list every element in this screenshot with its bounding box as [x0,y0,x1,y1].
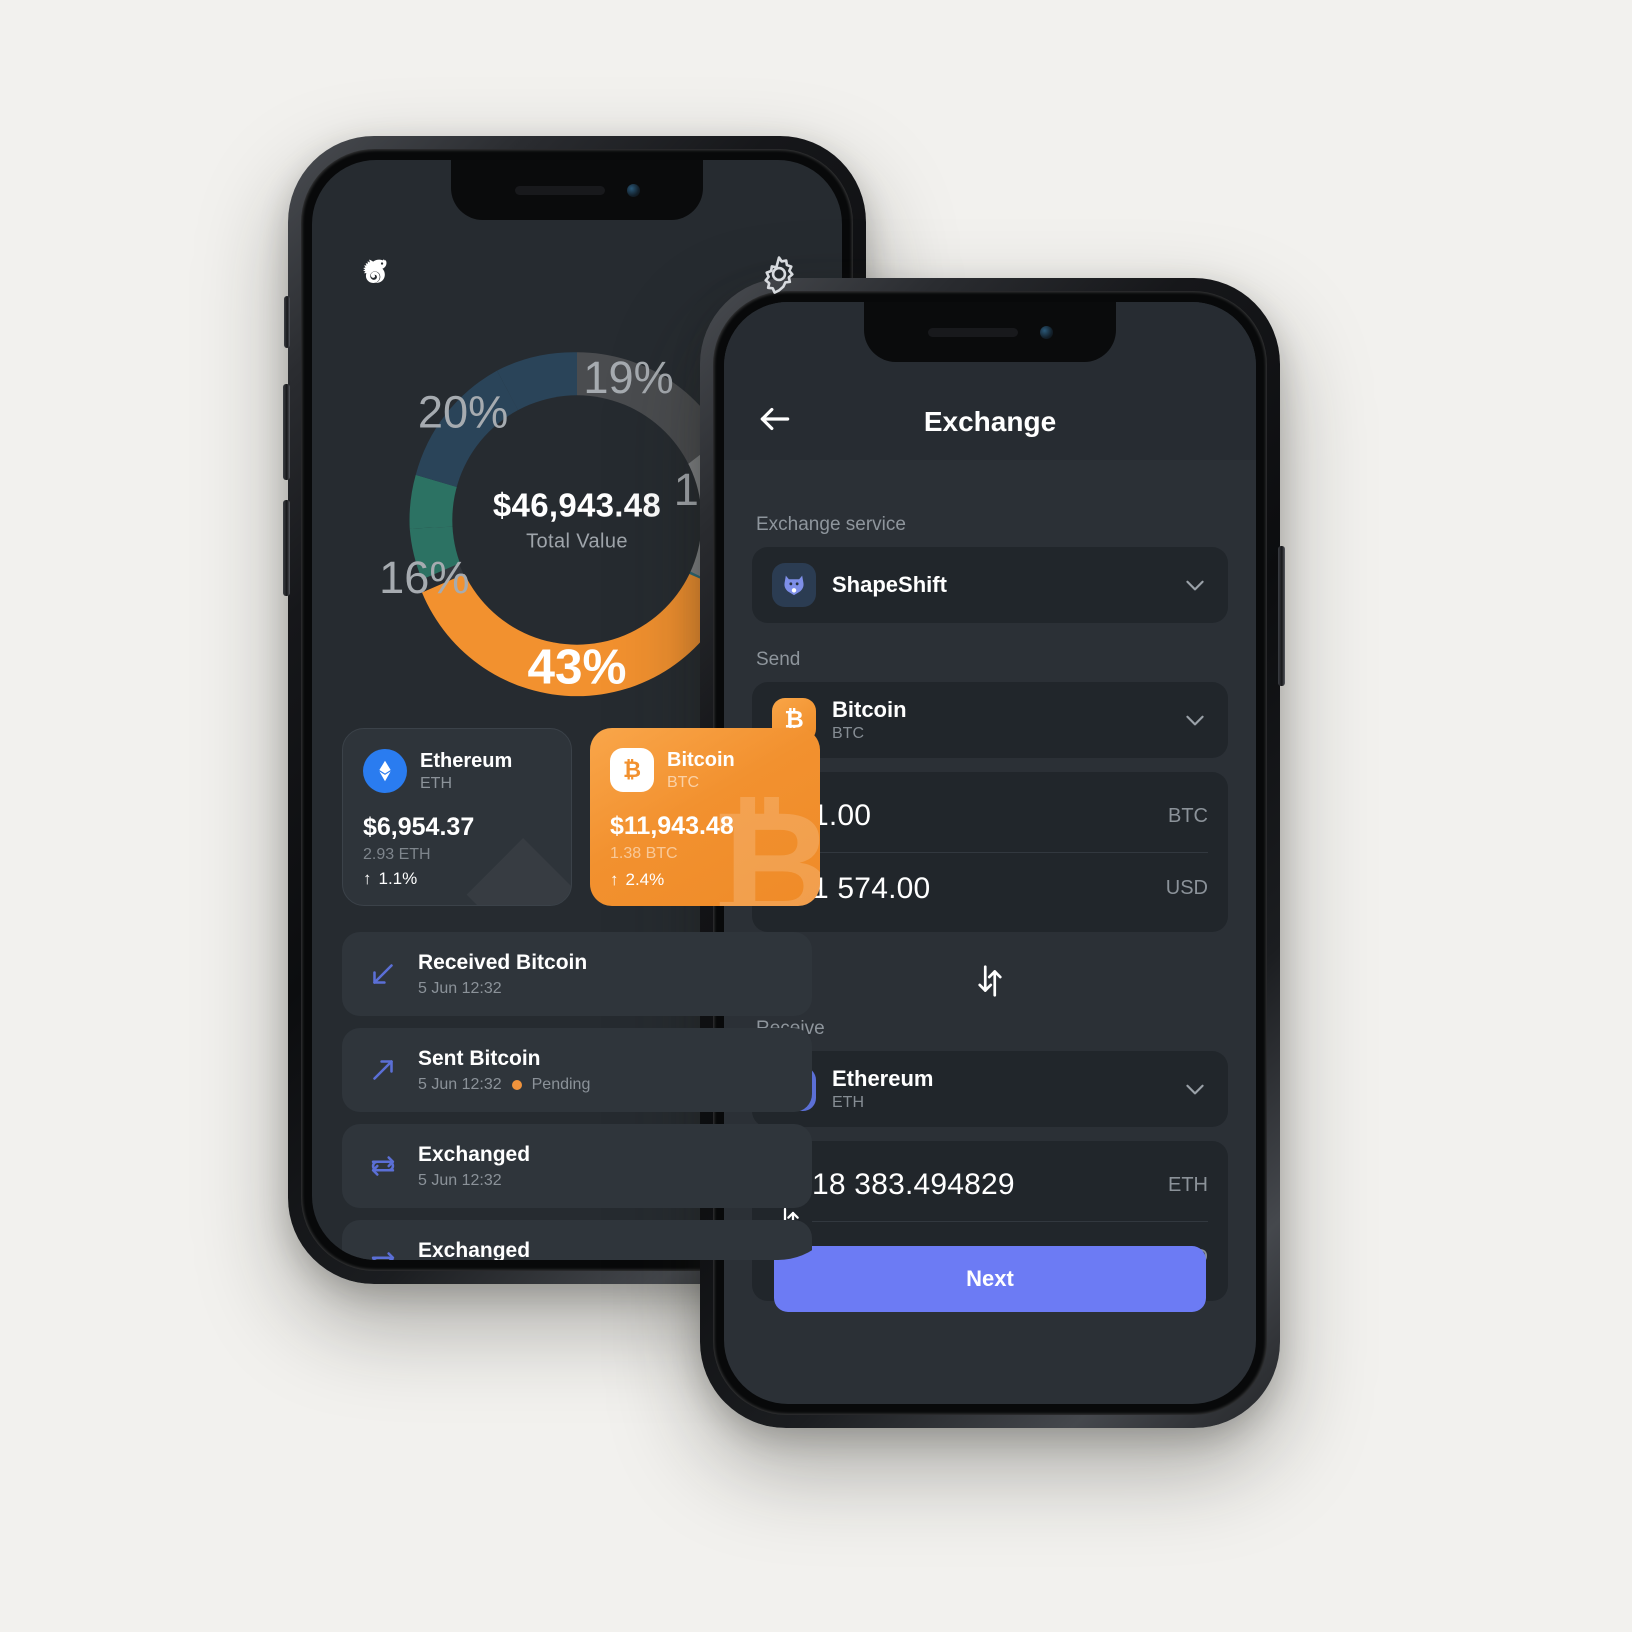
donut-label-43: 43% [528,639,627,694]
arrow-up-icon: ↑ [610,870,619,889]
coin-card-bitcoin[interactable]: ₿ ₿ Bitcoin BTC $11,943.48 1.38 BTC ↑ 2.… [590,728,820,906]
send-asset-text: Bitcoin BTC [832,697,1166,742]
front-camera [626,183,640,197]
coin-change-value: 2.4% [625,870,665,889]
coin-header: Ethereum ETH [363,749,551,793]
coin-names: Bitcoin BTC [667,749,735,792]
send-asset-ticker: BTC [832,724,864,742]
coin-ticker: ETH [420,774,452,792]
donut-center-readout: $46,943.48 Total Value [447,487,707,554]
send-amount-crypto-row[interactable]: 1.00 BTC [812,780,1208,852]
svg-text:₿: ₿ [623,757,641,782]
donut-label-20: 20% [418,387,508,438]
earpiece-speaker [514,185,605,195]
gear-icon[interactable] [758,253,800,295]
exchange-service-select[interactable]: ShapeShift [752,547,1228,623]
donut-label-19: 19% [583,352,673,403]
service-name: ShapeShift [832,572,947,598]
service-text: ShapeShift [832,572,1166,597]
receive-asset-text: Ethereum ETH [832,1066,1166,1111]
chevron-down-icon[interactable] [1182,1076,1208,1102]
mute-switch[interactable] [284,296,290,348]
send-label: Send [756,649,801,670]
notch [451,160,703,220]
tx-time: 5 Jun 12:32 [418,979,502,997]
dashboard-top-bar [312,252,842,296]
send-amount-fiat-row[interactable]: 1 574.00 USD [812,852,1208,924]
tx-meta: 5 Jun 12:32 [418,980,587,998]
send-amount-currency: BTC [1168,804,1208,827]
notch [864,302,1116,362]
tx-title: Received Bitcoin [418,950,588,974]
receive-asset-name: Ethereum [832,1066,934,1092]
tx-time: 5 Jun 12:32 [418,1075,502,1093]
power-button[interactable] [1278,546,1285,686]
tx-meta: 5 Jun 12:32 Pending [418,1076,590,1094]
coin-cards: ◆ Ethereum ETH $6,954.37 2.93 ETH [312,728,842,906]
coin-crypto-amount: 2.93 ETH [363,846,431,863]
tx-text: Sent Bitcoin 5 Jun 12:32 Pending [418,1047,590,1094]
shapeshift-fox-icon [772,563,816,607]
send-amount-rows: 1.00 BTC 1 574.00 USD [812,780,1208,924]
coin-crypto-amount: 1.38 BTC [610,845,678,862]
coin-names: Ethereum ETH [420,750,512,793]
tx-text: Exchanged 5 Jun 12:32 [418,1239,530,1261]
tx-text: Received Bitcoin 5 Jun 12:32 [418,951,587,998]
arrow-up-right-icon [366,1053,400,1087]
tx-meta: 5 Jun 12:32 [418,1172,530,1190]
earpiece-speaker [927,327,1018,337]
tx-title: Sent Bitcoin [418,1046,541,1070]
send-fiat-currency: USD [1165,877,1208,899]
receive-amount-currency: ETH [1168,1173,1208,1196]
table-row[interactable]: Sent Bitcoin 5 Jun 12:32 Pending [342,1028,812,1112]
receive-amount-input[interactable]: 18 383.494829 [812,1168,1015,1202]
exchange-service-label: Exchange service [756,514,906,535]
table-row[interactable]: Received Bitcoin 5 Jun 12:32 [342,932,812,1016]
tx-title: Exchanged [418,1142,531,1166]
chevron-down-icon[interactable] [1182,572,1208,598]
swap-loop-icon [366,1245,400,1260]
total-value: $46,943.48 [492,486,662,524]
coin-change-value: 1.1% [378,869,418,888]
donut-label-16: 16% [379,552,469,603]
total-value-label: Total Value [526,530,628,553]
volume-down-button[interactable] [283,500,290,596]
scene: 19% 17% 4% 16% 20% 43% $46,943.48 Total … [0,0,1632,1632]
chameleon-logo-icon[interactable] [354,252,398,296]
coin-change: ↑ 2.4% [610,870,664,890]
tx-time: 5 Jun 12:32 [418,1171,502,1189]
coin-ticker: BTC [667,773,699,791]
coin-header: ₿ Bitcoin BTC [610,748,800,792]
coin-card-ethereum[interactable]: ◆ Ethereum ETH $6,954.37 2.93 ETH [342,728,572,906]
status-dot [511,1079,522,1090]
coin-name: Bitcoin [667,748,735,771]
table-row[interactable]: Exchanged 5 Jun 12:32 [342,1124,812,1208]
table-row[interactable]: Exchanged 5 Jun 12:32 [342,1220,812,1260]
tx-title: Exchanged [418,1238,531,1261]
receive-amount-crypto-row[interactable]: 18 383.494829 ETH [812,1149,1208,1221]
swap-loop-icon [366,1149,400,1183]
bitcoin-icon: ₿ [610,748,654,792]
coin-name: Ethereum [420,749,513,772]
coin-change: ↑ 1.1% [363,869,417,889]
ethereum-icon [363,749,407,793]
arrow-down-left-icon [366,957,400,991]
volume-up-button[interactable] [283,384,290,480]
status-badge: Pending [531,1075,591,1093]
arrow-up-icon: ↑ [363,869,372,888]
coin-fiat-value: $11,943.48 [610,812,734,840]
swap-vertical-icon [978,965,1002,997]
coin-fiat-value: $6,954.37 [363,813,475,841]
transaction-list: Received Bitcoin 5 Jun 12:32 Sent Bitcoi… [312,932,842,1260]
chevron-down-icon[interactable] [1182,707,1208,733]
send-asset-name: Bitcoin [832,697,907,723]
front-camera [1039,325,1053,339]
page-title: Exchange [923,406,1057,437]
tx-text: Exchanged 5 Jun 12:32 [418,1143,530,1190]
receive-asset-ticker: ETH [832,1093,864,1111]
